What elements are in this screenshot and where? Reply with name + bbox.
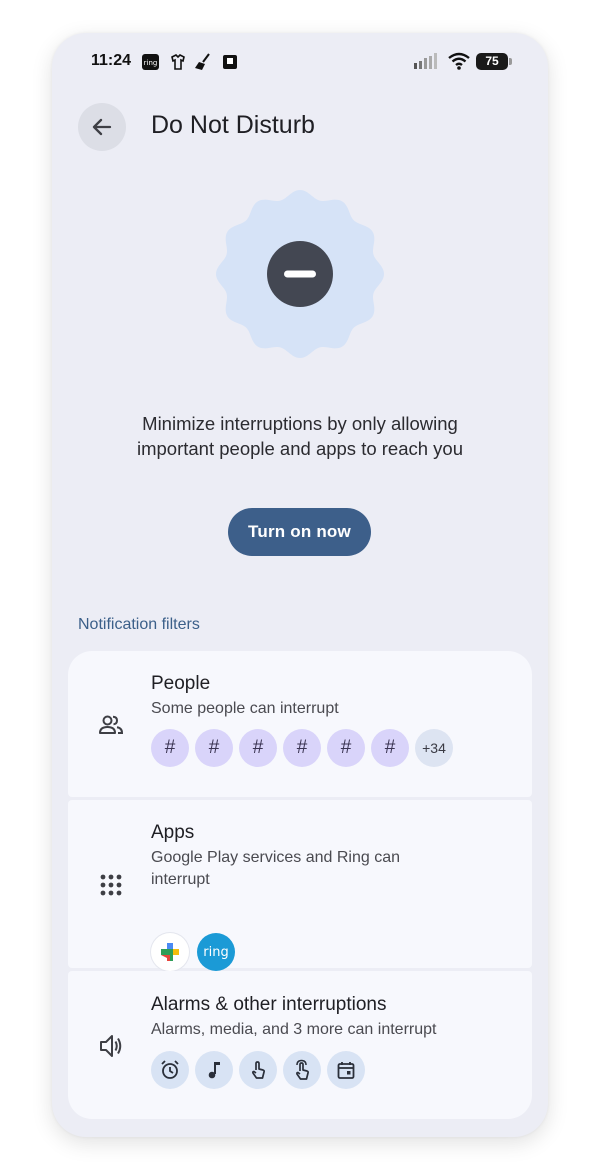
dnd-hero-icon: [216, 190, 384, 358]
arrow-back-icon: [92, 118, 112, 136]
status-bar: 11:24 ring 75: [52, 33, 548, 93]
ring-app-label: ring: [203, 944, 229, 960]
svg-text:ring: ring: [144, 59, 158, 67]
music-note-icon: [195, 1051, 233, 1089]
alarms-title: Alarms & other interruptions: [151, 994, 387, 1015]
page-title: Do Not Disturb: [151, 111, 315, 139]
touch-icon: [239, 1051, 277, 1089]
touch-hold-icon: [283, 1051, 321, 1089]
alarms-chips: [151, 1051, 365, 1089]
more-contacts-chip: +34: [415, 729, 453, 767]
people-subtitle: Some people can interrupt: [151, 700, 339, 717]
ring-app-icon: ring: [197, 933, 235, 971]
contact-chip: #: [195, 729, 233, 767]
people-chips: # # # # # # +34: [151, 729, 453, 767]
ring-icon: ring: [142, 54, 159, 70]
description-line: Minimize interruptions by only allowing: [142, 413, 458, 434]
contact-chip: #: [327, 729, 365, 767]
apps-subtitle-line: interrupt: [151, 871, 210, 888]
status-time: 11:24: [91, 52, 132, 69]
contact-chip: #: [239, 729, 277, 767]
phone-screen: 11:24 ring 75 Do Not Disturb Minimize in…: [52, 33, 548, 1137]
people-card[interactable]: People Some people can interrupt # # # #…: [68, 651, 532, 797]
people-title: People: [151, 673, 211, 694]
calendar-icon: [327, 1051, 365, 1089]
people-icon: [99, 715, 124, 734]
alarms-card[interactable]: Alarms & other interruptions Alarms, med…: [68, 971, 532, 1119]
apps-grid-icon: [100, 874, 122, 896]
contact-chip: #: [283, 729, 321, 767]
alarms-subtitle: Alarms, media, and 3 more can interrupt: [151, 1021, 437, 1038]
section-header: Notification filters: [78, 616, 200, 633]
shirt-icon: [171, 54, 185, 70]
apps-subtitle-line: Google Play services and Ring can: [151, 849, 401, 866]
broom-icon: [195, 53, 210, 70]
contact-chip: #: [151, 729, 189, 767]
back-button[interactable]: [78, 103, 126, 151]
apps-chips: ring: [151, 933, 235, 971]
book-icon: [223, 55, 237, 69]
description: Minimize interruptions by only allowing …: [82, 411, 518, 461]
apps-card[interactable]: Apps Google Play services and Ring can i…: [68, 800, 532, 971]
apps-subtitle: Google Play services and Ring can interr…: [151, 847, 491, 891]
description-line: important people and apps to reach you: [136, 438, 464, 459]
signal-icon: [414, 53, 437, 69]
alarm-icon: [151, 1051, 189, 1089]
wifi-icon: [448, 52, 470, 70]
contact-chip: #: [371, 729, 409, 767]
google-play-services-icon: [151, 933, 189, 971]
volume-icon: [100, 1035, 122, 1057]
apps-title: Apps: [151, 822, 195, 843]
battery-indicator: 75: [476, 53, 512, 70]
turn-on-button[interactable]: Turn on now: [228, 508, 371, 556]
